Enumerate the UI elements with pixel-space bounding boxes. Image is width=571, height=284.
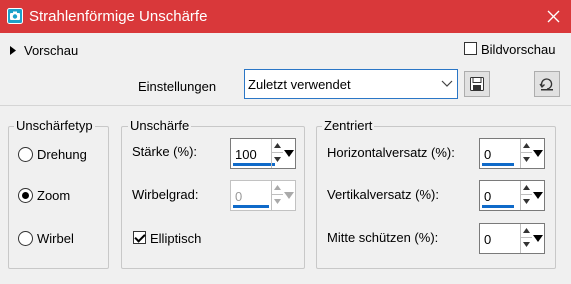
save-settings-button[interactable] (464, 71, 490, 97)
elliptical-label: Elliptisch (150, 231, 202, 246)
elliptical-checkbox[interactable] (133, 231, 146, 244)
v-offset-value: 0 (484, 189, 492, 204)
twirl-stepper: 0 (230, 180, 296, 211)
protect-center-dropdown-button[interactable] (532, 224, 544, 253)
v-offset-down-button[interactable] (521, 195, 532, 209)
settings-value: Zuletzt verwendet (248, 77, 351, 92)
twirl-dropdown-button (283, 181, 295, 210)
chevron-down-icon (437, 70, 457, 98)
protect-center-label: Mitte schützen (%): (327, 230, 439, 245)
preview-label: Vorschau (24, 43, 79, 58)
reset-settings-button[interactable] (534, 71, 560, 97)
arrow-down-icon (523, 199, 530, 204)
arrow-up-icon (274, 143, 281, 148)
protect-center-stepper[interactable]: 0 (479, 223, 545, 254)
h-offset-stepper[interactable]: 0 (479, 138, 545, 169)
center-title: Zentriert (322, 118, 375, 133)
strength-label: Stärke (%): (132, 144, 198, 159)
radio-zoom-label: Zoom (37, 188, 71, 203)
triangle-down-icon (284, 192, 294, 199)
protect-center-down-button[interactable] (521, 238, 532, 252)
arrow-down-icon (523, 242, 530, 247)
window-title: Strahlenförmige Unschärfe (29, 8, 208, 25)
v-offset-label: Vertikalversatz (%): (327, 187, 439, 202)
strength-down-button[interactable] (272, 153, 283, 167)
h-offset-dropdown-button[interactable] (532, 139, 544, 168)
triangle-down-icon (533, 150, 543, 157)
radio-zoom[interactable] (18, 188, 33, 203)
arrow-up-icon (523, 143, 530, 148)
v-offset-level-bar (482, 205, 514, 208)
twirl-label: Wirbelgrad: (132, 187, 199, 202)
h-offset-label: Horizontalversatz (%): (327, 145, 455, 160)
top-panel: Vorschau Bildvorschau Einstellungen Zule… (0, 33, 571, 105)
settings-label: Einstellungen (138, 79, 217, 94)
arrow-down-icon (274, 199, 281, 204)
h-offset-down-button[interactable] (521, 153, 532, 167)
twirl-level-bar (233, 205, 269, 208)
strength-level-bar (233, 163, 275, 166)
save-icon (470, 77, 484, 91)
strength-stepper[interactable]: 100 (230, 138, 296, 169)
arrow-up-icon (523, 228, 530, 233)
strength-value: 100 (235, 147, 257, 162)
close-icon (547, 10, 560, 23)
strength-up-button[interactable] (272, 139, 283, 153)
options-panel: Unschärfetyp Drehung Zoom Wirbel Unschär… (0, 105, 571, 284)
v-offset-stepper[interactable]: 0 (479, 180, 545, 211)
close-button[interactable] (536, 0, 571, 33)
radio-twirl-label: Wirbel (37, 231, 74, 246)
reset-icon (539, 78, 553, 91)
triangle-down-icon (533, 192, 543, 199)
caret-right-icon (10, 46, 16, 55)
v-offset-up-button[interactable] (521, 181, 532, 195)
image-preview-label: Bildvorschau (481, 42, 556, 57)
arrow-down-icon (274, 157, 281, 162)
triangle-down-icon (533, 235, 543, 242)
h-offset-level-bar (482, 163, 514, 166)
arrow-up-icon (523, 185, 530, 190)
triangle-down-icon (284, 150, 294, 157)
v-offset-dropdown-button[interactable] (532, 181, 544, 210)
preview-toggle[interactable]: Vorschau (8, 43, 98, 59)
settings-select[interactable]: Zuletzt verwendet (244, 69, 458, 99)
camera-app-icon (7, 8, 23, 24)
radio-twirl[interactable] (18, 231, 33, 246)
twirl-value: 0 (235, 189, 243, 204)
protect-center-up-button[interactable] (521, 224, 532, 238)
blur-title: Unschärfe (128, 118, 192, 133)
blur-type-title: Unschärfetyp (14, 118, 95, 133)
arrow-down-icon (523, 157, 530, 162)
radio-rotation-label: Drehung (37, 147, 87, 162)
strength-dropdown-button[interactable] (283, 139, 295, 168)
protect-center-value: 0 (484, 232, 492, 247)
twirl-down-button (272, 195, 283, 209)
title-bar: Strahlenförmige Unschärfe (0, 0, 571, 33)
image-preview-checkbox[interactable] (464, 42, 477, 55)
radio-rotation[interactable] (18, 147, 33, 162)
h-offset-up-button[interactable] (521, 139, 532, 153)
twirl-up-button (272, 181, 283, 195)
arrow-up-icon (274, 185, 281, 190)
h-offset-value: 0 (484, 147, 492, 162)
